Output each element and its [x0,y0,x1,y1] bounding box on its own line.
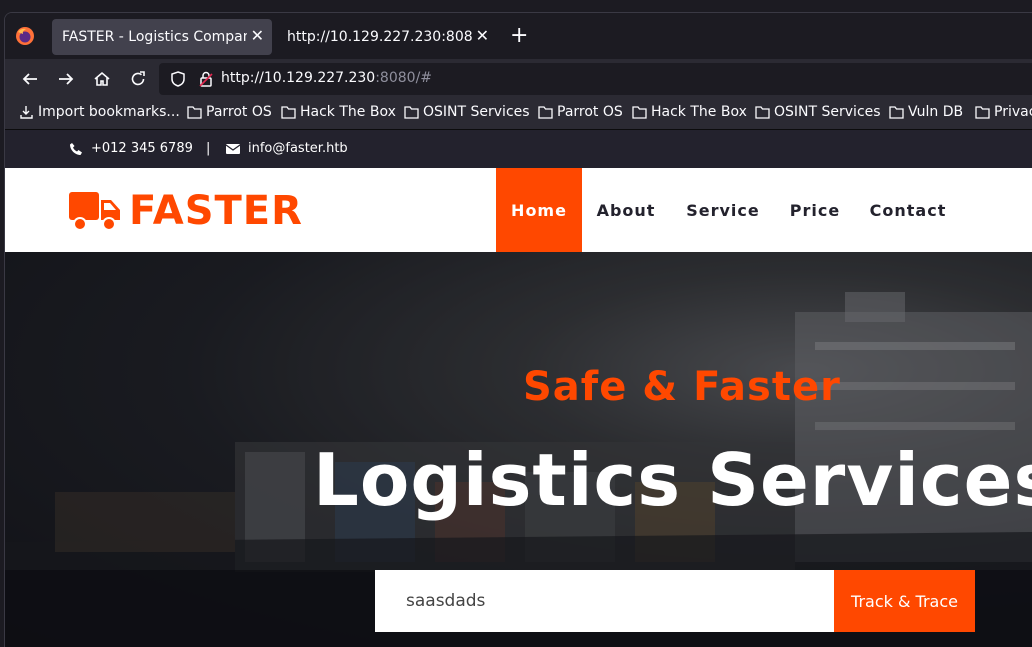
folder-icon [538,106,553,119]
folder-icon [755,106,770,119]
insecure-lock-icon[interactable] [197,70,215,88]
track-and-trace-button[interactable]: Track & Trace [834,570,975,632]
envelope-icon [226,143,240,154]
folder-icon [889,106,904,119]
bookmark-label: Hack The Box [300,104,396,120]
url-text: http://10.129.227.230:8080/# [221,70,432,86]
bookmark-label: Parrot OS [557,104,623,120]
forward-arrow-icon[interactable] [55,68,77,90]
nav-service[interactable]: Service [680,168,766,252]
url-host: http://10.129.227.230 [221,70,376,86]
bookmark-label: Hack The Box [651,104,747,120]
navigation-toolbar: http://10.129.227.230:8080/# [5,59,1032,99]
folder-icon [975,106,990,119]
bookmark-folder[interactable]: Hack The Box [281,104,396,120]
home-icon[interactable] [91,68,113,90]
tab-url[interactable]: http://10.129.227.230:8080/ ✕ [277,19,497,55]
folder-icon [404,106,419,119]
bookmark-label: Import bookmarks... [38,104,180,120]
folder-icon [281,106,296,119]
back-arrow-icon[interactable] [19,68,41,90]
nav-about[interactable]: About [589,168,663,252]
email-info: info@faster.htb [226,141,348,156]
bookmark-label: OSINT Services [423,104,530,120]
bookmark-folder[interactable]: OSINT Services [755,104,881,120]
browser-window: FASTER - Logistics Company ✕ http://10.1… [4,12,1032,647]
url-path: :8080/# [375,70,433,86]
close-tab-icon[interactable]: ✕ [476,27,489,45]
bookmark-label: OSINT Services [774,104,881,120]
track-bar: Track & Trace [5,570,1032,647]
tab-strip: FASTER - Logistics Company ✕ http://10.1… [5,13,1032,59]
folder-icon [187,106,202,119]
nav-home[interactable]: Home [496,168,582,252]
firefox-icon[interactable] [15,26,35,46]
nav-price[interactable]: Price [783,168,847,252]
hero-subtitle: Safe & Faster [523,364,841,410]
bookmarks-toolbar: Import bookmarks... Parrot OS Hack The B… [5,99,1032,130]
bookmark-label: Parrot OS [206,104,272,120]
bookmark-folder[interactable]: Parrot OS [538,104,623,120]
brand-logo[interactable]: FASTER [69,188,303,234]
reload-icon[interactable] [127,68,149,90]
bookmark-import[interactable]: Import bookmarks... [19,104,180,120]
email-address: info@faster.htb [248,141,348,156]
bookmark-folder[interactable]: Parrot OS [187,104,272,120]
import-icon [20,105,33,119]
phone-icon [70,142,82,155]
tracking-number-input[interactable] [375,570,834,632]
close-tab-icon[interactable]: ✕ [251,27,264,45]
contact-topbar: +012 345 6789 | info@faster.htb [5,130,1032,168]
tab-title: http://10.129.227.230:8080/ [287,29,472,45]
folder-icon [632,106,647,119]
web-page: +012 345 6789 | info@faster.htb FASTER H… [5,130,1032,647]
address-bar[interactable]: http://10.129.227.230:8080/# [159,63,1032,95]
shield-icon[interactable] [169,70,187,88]
new-tab-button[interactable]: + [510,25,528,47]
phone-info: +012 345 6789 [69,141,193,156]
truck-icon [69,192,120,231]
nav-contact[interactable]: Contact [865,168,951,252]
tab-faster[interactable]: FASTER - Logistics Company ✕ [52,19,272,55]
bookmark-folder[interactable]: OSINT Services [404,104,530,120]
hero-title: Logistics Services [313,438,1032,522]
site-header: FASTER Home About Service Price Contact [5,168,1032,252]
bookmark-label: Privacy [994,104,1032,120]
bookmark-folder[interactable]: Hack The Box [632,104,747,120]
bookmark-label: Vuln DB [908,104,964,120]
hero-banner: Safe & Faster Logistics Services Track &… [5,252,1032,647]
bookmark-folder[interactable]: Privacy [975,104,1032,120]
bookmark-folder[interactable]: Vuln DB [889,104,963,120]
brand-name: FASTER [129,188,303,234]
phone-number: +012 345 6789 [91,141,193,156]
tab-title: FASTER - Logistics Company [62,29,247,45]
topbar-separator: | [206,141,211,156]
